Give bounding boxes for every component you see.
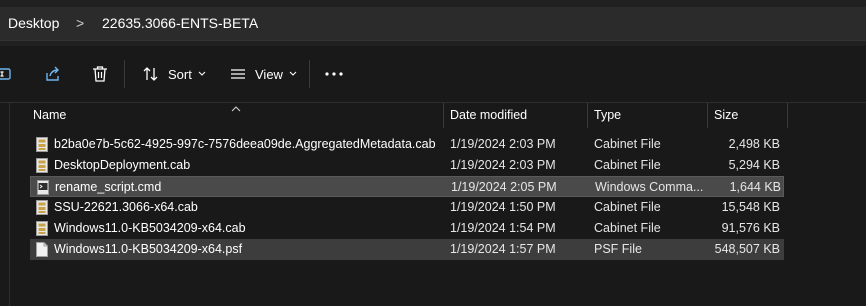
- file-size: 91,576 KB: [721, 221, 780, 235]
- file-date: 1/19/2024 2:03 PM: [450, 137, 556, 151]
- file-explorer-window: Desktop > 22635.3066-ENTS-BETA Sort View…: [0, 0, 866, 306]
- cabinet-file-icon: [36, 200, 48, 215]
- file-type: Cabinet File: [594, 137, 661, 151]
- file-name: Windows11.0-KB5034209-x64.cab: [54, 221, 246, 235]
- file-date: 1/19/2024 2:03 PM: [450, 158, 556, 172]
- column-resize-handle[interactable]: [587, 103, 588, 128]
- file-name: Windows11.0-KB5034209-x64.psf: [54, 242, 243, 256]
- view-button[interactable]: View: [229, 58, 297, 90]
- toolbar-divider: [309, 60, 310, 88]
- file-row-selected[interactable]: Windows11.0-KB5034209-x64.psf 1/19/2024 …: [30, 239, 784, 260]
- sort-icon: [142, 65, 160, 83]
- file-size: 548,507 KB: [714, 242, 780, 256]
- cabinet-file-icon: [36, 137, 48, 152]
- file-row[interactable]: SSU-22621.3066-x64.cab 1/19/2024 1:50 PM…: [30, 197, 784, 218]
- file-type: PSF File: [594, 242, 642, 256]
- column-resize-handle[interactable]: [443, 103, 444, 128]
- breadcrumb-separator[interactable]: >: [76, 7, 84, 40]
- column-header-type[interactable]: Type: [594, 103, 621, 128]
- more-options-button[interactable]: [324, 58, 344, 90]
- file-date: 1/19/2024 1:50 PM: [450, 200, 556, 214]
- file-size: 15,548 KB: [721, 200, 780, 214]
- toolbar-divider: [124, 60, 125, 88]
- file-row[interactable]: b2ba0e7b-5c62-4925-997c-7576deea09de.Agg…: [30, 134, 784, 155]
- command-bar: Sort View: [0, 46, 866, 103]
- script-file-icon: [37, 180, 49, 195]
- navigation-pane-edge: [9, 103, 10, 306]
- file-size: 5,294 KB: [728, 158, 780, 172]
- cabinet-file-icon: [36, 158, 48, 173]
- column-header-row: Name Date modified Type Size: [0, 103, 866, 128]
- rename-button[interactable]: [0, 58, 14, 90]
- share-button[interactable]: [44, 58, 62, 90]
- sort-label: Sort: [168, 66, 192, 82]
- view-list-icon: [229, 65, 247, 83]
- file-type: Cabinet File: [594, 158, 661, 172]
- file-date: 1/19/2024 2:05 PM: [451, 180, 557, 194]
- cabinet-file-icon: [36, 221, 48, 236]
- file-date: 1/19/2024 1:57 PM: [450, 242, 556, 256]
- column-resize-handle[interactable]: [787, 103, 788, 128]
- column-header-name[interactable]: Name: [33, 103, 66, 128]
- view-label: View: [255, 66, 283, 82]
- rename-icon: [0, 65, 14, 83]
- file-size: 1,644 KB: [729, 180, 781, 194]
- address-bar: Desktop > 22635.3066-ENTS-BETA: [0, 0, 866, 46]
- file-type: Windows Comma...: [595, 180, 704, 194]
- share-icon: [44, 65, 62, 83]
- column-header-date[interactable]: Date modified: [450, 103, 527, 128]
- file-name: DesktopDeployment.cab: [54, 158, 191, 172]
- blank-file-icon: [36, 242, 48, 257]
- sort-ascending-icon: [230, 100, 242, 118]
- delete-button[interactable]: [91, 58, 109, 90]
- breadcrumb-item-desktop[interactable]: Desktop: [8, 7, 59, 40]
- chevron-down-icon: [198, 71, 206, 77]
- sort-button[interactable]: Sort: [142, 58, 206, 90]
- file-type: Cabinet File: [594, 221, 661, 235]
- file-date: 1/19/2024 1:54 PM: [450, 221, 556, 235]
- more-icon: [324, 65, 344, 83]
- breadcrumb[interactable]: Desktop > 22635.3066-ENTS-BETA: [0, 7, 866, 41]
- file-row[interactable]: Windows11.0-KB5034209-x64.cab 1/19/2024 …: [30, 218, 784, 239]
- chevron-down-icon: [289, 71, 297, 77]
- column-header-size[interactable]: Size: [714, 103, 738, 128]
- breadcrumb-item-folder[interactable]: 22635.3066-ENTS-BETA: [102, 7, 258, 40]
- file-name: SSU-22621.3066-x64.cab: [54, 200, 198, 214]
- file-row-selected[interactable]: rename_script.cmd 1/19/2024 2:05 PM Wind…: [30, 176, 784, 197]
- file-type: Cabinet File: [594, 200, 661, 214]
- column-resize-handle[interactable]: [707, 103, 708, 128]
- file-list: Name Date modified Type Size b2ba0e7b-5c…: [0, 103, 866, 306]
- file-size: 2,498 KB: [728, 137, 780, 151]
- file-row[interactable]: DesktopDeployment.cab 1/19/2024 2:03 PM …: [30, 155, 784, 176]
- file-name: b2ba0e7b-5c62-4925-997c-7576deea09de.Agg…: [54, 137, 436, 151]
- trash-icon: [91, 65, 109, 83]
- file-name: rename_script.cmd: [55, 180, 162, 194]
